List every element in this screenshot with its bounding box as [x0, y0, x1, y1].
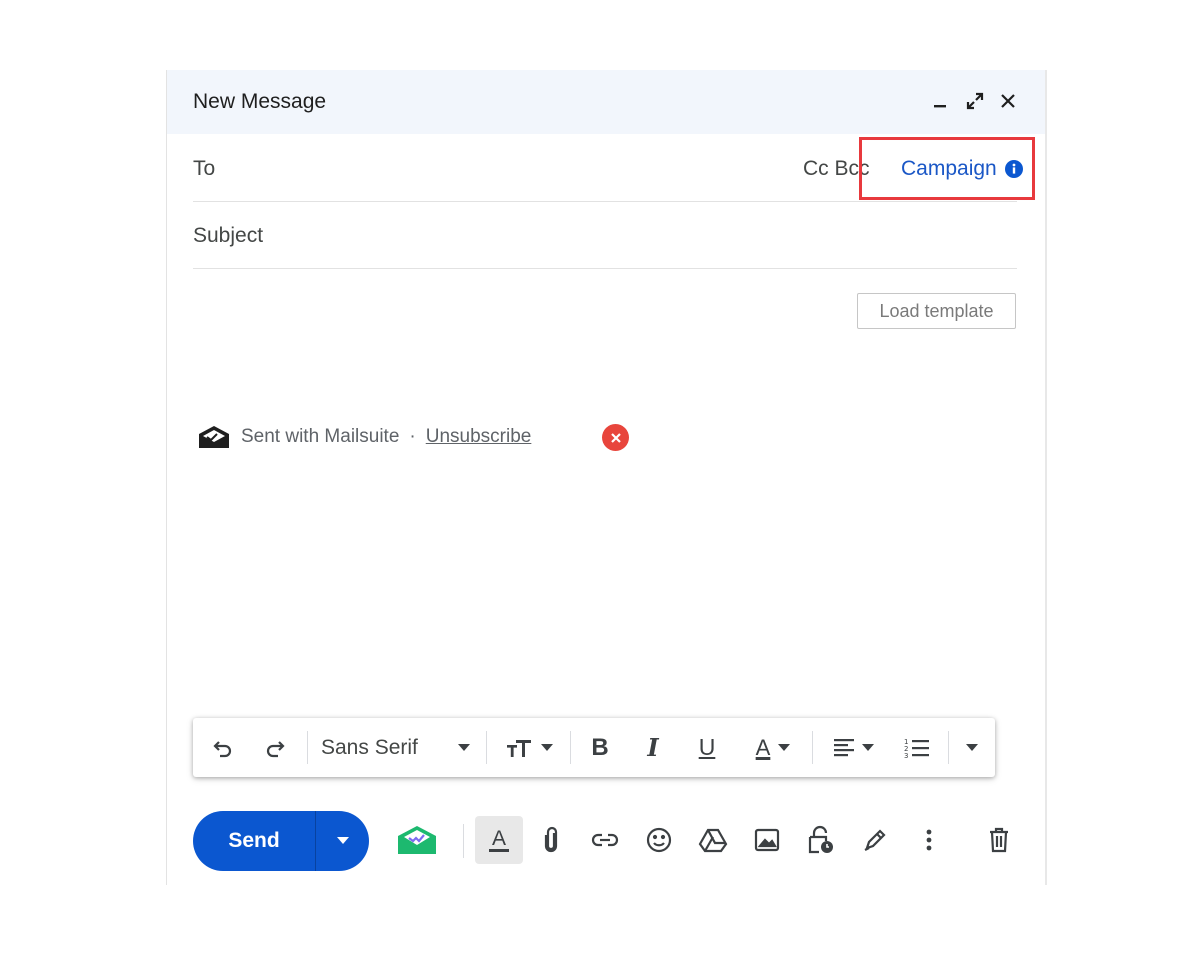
expand-button[interactable] [962, 88, 988, 114]
mailsuite-logo-icon [199, 426, 229, 448]
undo-button[interactable] [203, 718, 243, 777]
font-size-button[interactable] [495, 718, 563, 777]
undo-icon [213, 740, 232, 757]
unsubscribe-link[interactable]: Unsubscribe [426, 426, 532, 448]
emoji-icon [646, 827, 672, 853]
toolbar-divider [948, 731, 949, 764]
toolbar-divider [486, 731, 487, 764]
discard-draft-button[interactable] [975, 816, 1023, 864]
pen-icon [864, 829, 886, 851]
text-color-glyph: A [755, 734, 771, 760]
compose-window: New Message To Cc Bcc Campaign Subject L… [166, 70, 1047, 885]
align-left-icon [834, 738, 854, 756]
send-button-group: Send [193, 811, 369, 871]
close-icon [610, 432, 621, 443]
link-icon [591, 833, 619, 847]
text-color-button[interactable]: A [743, 718, 803, 777]
bottom-divider [463, 824, 464, 858]
to-label: To [193, 157, 216, 180]
insert-drive-button[interactable] [689, 816, 737, 864]
toolbar-divider [307, 731, 308, 764]
send-options-button[interactable] [316, 811, 369, 871]
formatting-options-button[interactable]: A [475, 816, 523, 864]
mailsuite-signature: Sent with Mailsuite · Unsubscribe [197, 422, 531, 452]
attach-files-button[interactable] [527, 816, 575, 864]
toolbar-divider [570, 731, 571, 764]
close-button[interactable] [995, 88, 1021, 114]
insert-photo-button[interactable] [743, 816, 791, 864]
chevron-down-icon [778, 743, 791, 751]
send-button[interactable]: Send [193, 811, 315, 871]
chevron-down-icon [541, 743, 553, 751]
chevron-down-icon [862, 743, 874, 751]
align-button[interactable] [823, 718, 883, 777]
subject-field[interactable]: Subject [193, 224, 263, 248]
compose-titlebar: New Message [167, 70, 1045, 134]
confidential-mode-button[interactable] [797, 816, 845, 864]
drive-icon [698, 828, 728, 853]
lock-clock-icon [808, 825, 833, 854]
paperclip-icon [544, 826, 558, 853]
subject-row[interactable]: Subject [193, 202, 1017, 269]
trash-icon [990, 827, 1008, 853]
toolbar-divider [812, 731, 813, 764]
signature-text: Sent with Mailsuite [241, 426, 400, 447]
text-format-icon: A [488, 828, 509, 852]
more-vert-icon [926, 829, 932, 851]
svg-text:3: 3 [904, 752, 908, 760]
compose-title: New Message [193, 90, 327, 113]
redo-button[interactable] [255, 718, 295, 777]
signature-separator: · [409, 426, 416, 447]
mailsuite-button[interactable] [393, 816, 441, 864]
insert-signature-button[interactable] [851, 816, 899, 864]
image-icon [754, 828, 780, 852]
formatting-toolbar: Sans Serif B I U A 1 2 3 [193, 718, 995, 777]
insert-emoji-button[interactable] [635, 816, 683, 864]
insert-link-button[interactable] [581, 816, 629, 864]
more-options-button[interactable] [905, 816, 953, 864]
expand-icon [966, 92, 984, 110]
text-size-icon [507, 739, 531, 757]
font-family-select[interactable]: Sans Serif [315, 718, 475, 777]
numbered-list-icon: 1 2 3 [904, 738, 929, 760]
font-family-value: Sans Serif [321, 735, 418, 759]
chevron-down-icon [336, 837, 349, 844]
mailsuite-icon [398, 826, 436, 854]
more-formatting-button[interactable] [957, 718, 987, 777]
campaign-highlight-box [859, 137, 1035, 200]
chevron-down-icon [458, 744, 470, 751]
numbered-list-button[interactable]: 1 2 3 [897, 718, 937, 777]
underline-button[interactable]: U [689, 718, 725, 777]
chevron-down-icon [966, 743, 978, 751]
close-icon [1001, 94, 1015, 108]
load-template-button[interactable]: Load template [857, 293, 1016, 329]
italic-button[interactable]: I [635, 718, 671, 777]
minimize-button[interactable] [927, 88, 953, 114]
minimize-icon [934, 105, 946, 108]
redo-icon [266, 740, 285, 757]
bold-button[interactable]: B [582, 718, 618, 777]
remove-signature-button[interactable] [602, 424, 629, 451]
